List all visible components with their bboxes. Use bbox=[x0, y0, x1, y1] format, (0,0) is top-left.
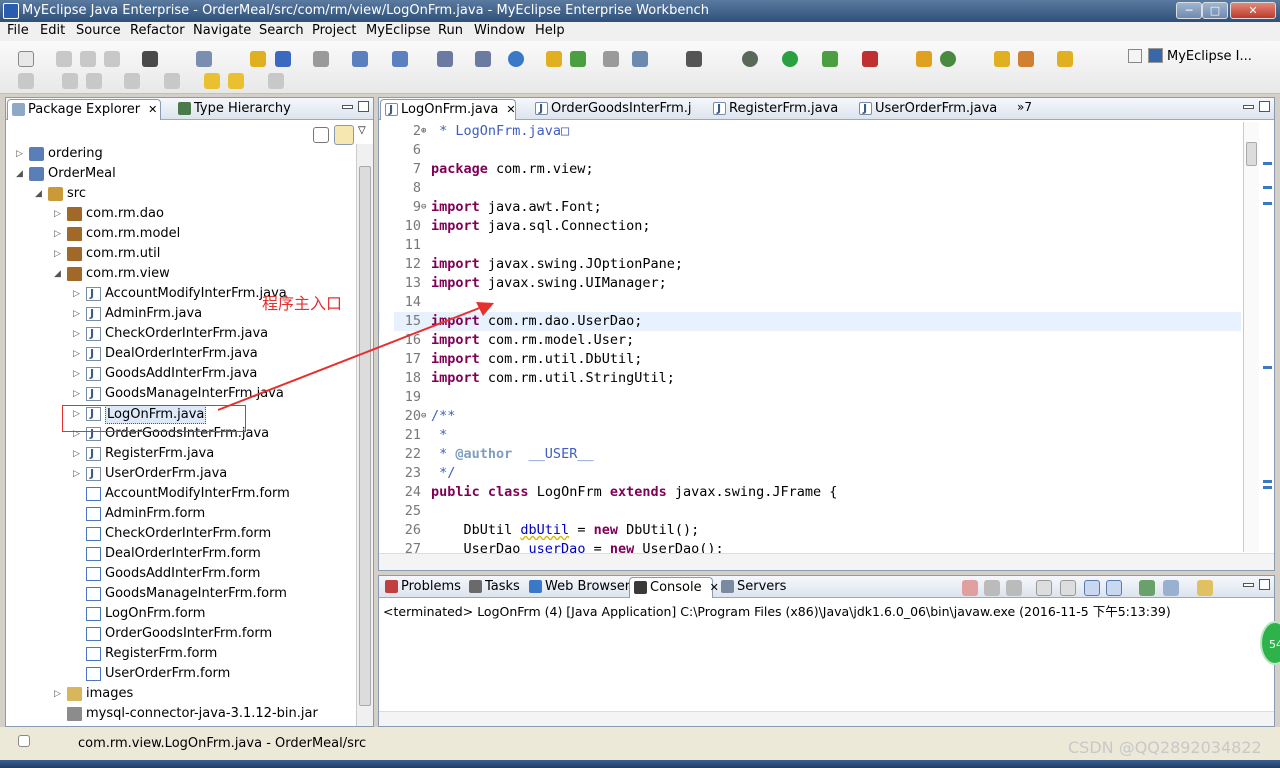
annotation-arrow bbox=[217, 302, 494, 411]
